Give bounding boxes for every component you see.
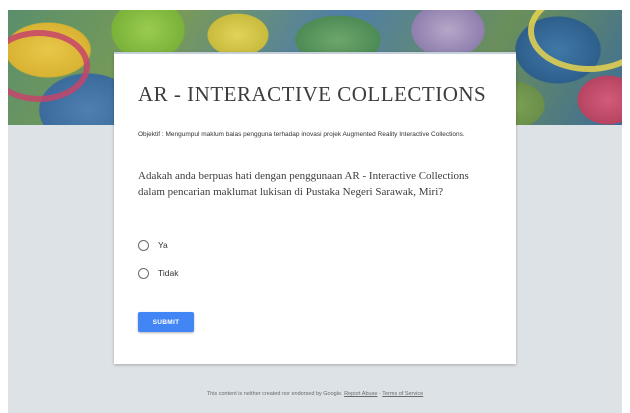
footer-separator: - bbox=[378, 391, 381, 397]
footer-disclaimer: This content is neither created nor endo… bbox=[206, 391, 343, 397]
terms-of-service-link[interactable]: Terms of Service bbox=[382, 391, 423, 397]
banner-decoration bbox=[528, 10, 622, 72]
submit-button[interactable]: SUBMIT bbox=[138, 312, 194, 332]
question-text: Adakah anda berpuas hati dengan pengguna… bbox=[138, 170, 469, 198]
form-description: Objektif : Mengumpul maklum balas penggu… bbox=[138, 131, 465, 138]
option-label-ya: Ya bbox=[158, 240, 168, 250]
form-title: AR - INTERACTIVE COLLECTIONS bbox=[138, 82, 487, 106]
footer: This content is neither created nor endo… bbox=[0, 391, 630, 397]
option-ya[interactable]: Ya bbox=[138, 238, 168, 252]
report-abuse-link[interactable]: Report Abuse bbox=[344, 391, 377, 397]
option-label-tidak: Tidak bbox=[158, 268, 179, 278]
radio-button-tidak[interactable] bbox=[138, 267, 149, 279]
option-tidak[interactable]: Tidak bbox=[138, 266, 178, 280]
radio-button-ya[interactable] bbox=[138, 239, 149, 251]
banner-decoration bbox=[8, 30, 90, 102]
form-card: AR - INTERACTIVE COLLECTIONS Objektif : … bbox=[114, 52, 516, 364]
